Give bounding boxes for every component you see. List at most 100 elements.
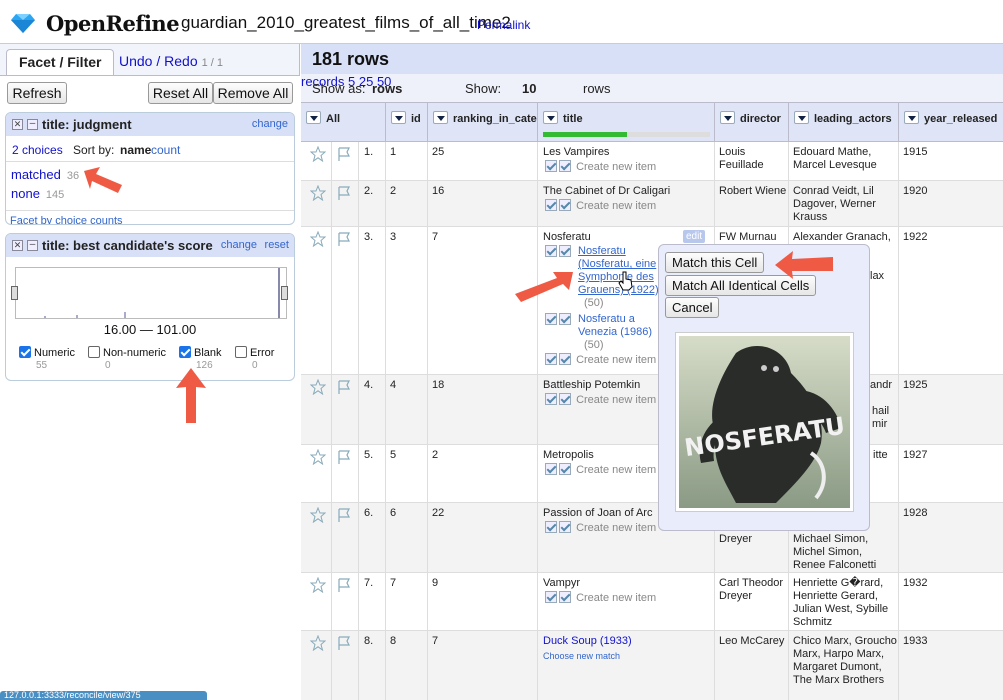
cell-year[interactable]: 1933 <box>903 635 927 648</box>
check-all-icon[interactable] <box>559 199 571 211</box>
cell-ranking[interactable]: 7 <box>432 635 438 648</box>
check-all-icon[interactable] <box>559 393 571 405</box>
cell-id[interactable]: 6 <box>390 507 396 520</box>
cell-actors[interactable]: itte <box>873 449 888 462</box>
candidate-2[interactable] <box>545 313 573 327</box>
cell-director[interactable]: Leo McCarey <box>719 635 787 648</box>
remove-all-button[interactable]: Remove All <box>213 82 293 104</box>
checkbox-box[interactable] <box>179 346 191 358</box>
choose-new-match-link[interactable]: Choose new match <box>543 650 620 663</box>
minimize-icon[interactable]: – <box>27 119 38 130</box>
cell-year[interactable]: 1932 <box>903 577 927 590</box>
match-all-check-icon[interactable] <box>559 245 571 257</box>
page-size-10[interactable]: 10 <box>522 81 536 96</box>
flag-icon[interactable] <box>336 146 352 162</box>
cell-title[interactable]: Les Vampires <box>543 146 609 159</box>
cell-year[interactable]: 1927 <box>903 449 927 462</box>
cell-ranking[interactable]: 22 <box>432 507 444 520</box>
cell-id[interactable]: 3 <box>390 231 396 244</box>
dropdown-arrow-icon[interactable] <box>306 111 321 124</box>
cell-year[interactable]: 1920 <box>903 185 927 198</box>
dropdown-arrow-icon[interactable] <box>904 111 919 124</box>
project-name[interactable]: guardian_2010_greatest_films_of_all_time… <box>181 13 511 33</box>
candidate-1[interactable] <box>545 245 573 259</box>
edit-cell-button[interactable]: edit <box>683 230 706 243</box>
star-icon[interactable] <box>309 145 327 163</box>
cell-title[interactable]: Vampyr <box>543 577 580 590</box>
sort-count-option[interactable]: count <box>151 143 180 157</box>
match-this-cell-button[interactable]: Match this Cell <box>665 252 765 273</box>
cell-director[interactable]: Dreyer <box>719 533 787 546</box>
cell-title[interactable]: Passion of Joan of Arc <box>543 507 652 520</box>
create-new-item[interactable]: Create new item <box>545 353 656 367</box>
blank-checkbox[interactable]: Blank 126 <box>179 346 222 371</box>
cell-actors[interactable]: andr <box>870 379 892 392</box>
cell-id[interactable]: 7 <box>390 577 396 590</box>
tab-undo-redo[interactable]: Undo / Redo 1 / 1 <box>107 49 235 76</box>
checkbox-box[interactable] <box>235 346 247 358</box>
facet-choice-matched[interactable]: matched 36 <box>11 167 79 182</box>
permalink-link[interactable]: Permalink <box>477 18 530 32</box>
refresh-button[interactable]: Refresh <box>7 82 67 104</box>
cell-id[interactable]: 1 <box>390 146 396 159</box>
cell-year[interactable]: 1925 <box>903 379 927 392</box>
star-icon[interactable] <box>309 506 327 524</box>
check-icon[interactable] <box>545 353 557 365</box>
cancel-button[interactable]: Cancel <box>665 297 720 318</box>
check-all-icon[interactable] <box>559 521 571 533</box>
cell-ranking[interactable]: 9 <box>432 577 438 590</box>
cell-id[interactable]: 4 <box>390 379 396 392</box>
minimize-icon[interactable]: – <box>27 240 38 251</box>
column-id[interactable]: id <box>386 103 428 143</box>
cell-actors[interactable]: Conrad Veidt, Lil Dagover, Werner Krauss <box>793 185 897 224</box>
cell-actors[interactable]: Alexander Granach, <box>793 231 897 244</box>
column-ranking[interactable]: ranking_in_cate <box>428 103 538 143</box>
error-checkbox[interactable]: Error 0 <box>235 346 274 371</box>
cell-ranking[interactable]: 7 <box>432 231 438 244</box>
check-all-icon[interactable] <box>559 463 571 475</box>
check-icon[interactable] <box>545 160 557 172</box>
cell-director[interactable]: Robert Wiene <box>719 185 787 198</box>
check-icon[interactable] <box>545 463 557 475</box>
numeric-checkbox[interactable]: Numeric 55 <box>19 346 75 371</box>
cell-director[interactable]: Louis Feuillade <box>719 146 787 172</box>
cell-director[interactable]: Carl Theodor Dreyer <box>719 577 787 603</box>
cell-actors[interactable]: Michael Simon, Michel Simon, Renee Falco… <box>793 533 895 572</box>
cell-id[interactable]: 8 <box>390 635 396 648</box>
sort-name-option[interactable]: name <box>120 143 151 157</box>
star-icon[interactable] <box>309 634 327 652</box>
non-numeric-checkbox[interactable]: Non-numeric 0 <box>88 346 166 371</box>
choice-label[interactable]: matched <box>11 167 61 182</box>
star-icon[interactable] <box>309 576 327 594</box>
cell-actors[interactable]: Edouard Mathe, Marcel Levesque <box>793 146 897 172</box>
star-icon[interactable] <box>309 448 327 466</box>
cell-year[interactable]: 1915 <box>903 146 927 159</box>
cell-actors[interactable]: Chico Marx, Groucho Marx, Harpo Marx, Ma… <box>793 635 897 687</box>
checkbox-box[interactable] <box>19 346 31 358</box>
dropdown-arrow-icon[interactable] <box>794 111 809 124</box>
column-all[interactable]: All <box>301 103 386 143</box>
cell-id[interactable]: 5 <box>390 449 396 462</box>
app-name[interactable]: OpenRefine <box>46 11 180 36</box>
range-left-handle[interactable] <box>11 286 18 300</box>
cell-actors[interactable]: Henriette G�rard, Henriette Gerard, Juli… <box>793 577 897 629</box>
column-year-released[interactable]: year_released <box>899 103 1003 143</box>
dropdown-arrow-icon[interactable] <box>720 111 735 124</box>
check-icon[interactable] <box>545 521 557 533</box>
facet-by-choice-counts-link[interactable]: Facet by choice counts <box>10 215 123 224</box>
create-new-item[interactable]: Create new item <box>545 199 656 213</box>
openrefine-logo-icon[interactable] <box>11 13 35 33</box>
close-icon[interactable]: ✕ <box>12 119 23 130</box>
cell-title[interactable]: Metropolis <box>543 449 594 462</box>
dropdown-arrow-icon[interactable] <box>433 111 448 124</box>
cell-year[interactable]: 1922 <box>903 231 927 244</box>
dropdown-arrow-icon[interactable] <box>391 111 406 124</box>
choice-label[interactable]: none <box>11 186 40 201</box>
rows-mode-option[interactable]: rows <box>372 81 402 96</box>
dropdown-arrow-icon[interactable] <box>543 111 558 124</box>
check-all-icon[interactable] <box>559 591 571 603</box>
create-new-item[interactable]: Create new item <box>545 591 656 605</box>
check-all-icon[interactable] <box>559 160 571 172</box>
match-check-icon[interactable] <box>545 245 557 257</box>
flag-icon[interactable] <box>336 449 352 465</box>
